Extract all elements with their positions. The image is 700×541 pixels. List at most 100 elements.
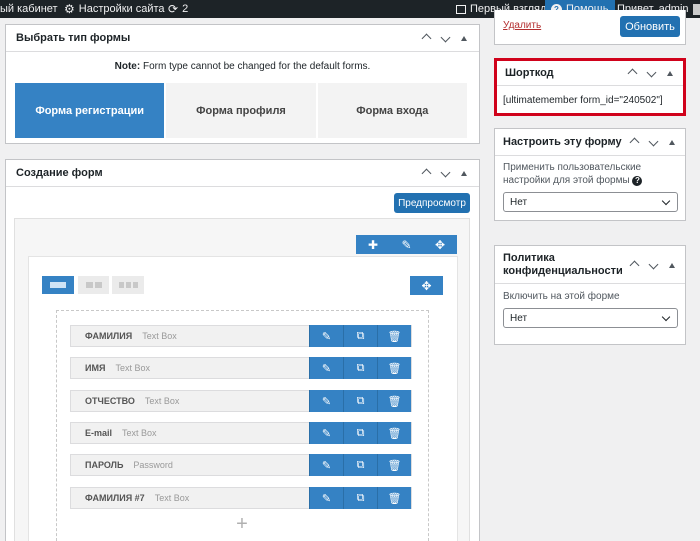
- preview-button[interactable]: Предпросмотр: [394, 193, 470, 213]
- delete-field-icon[interactable]: 🗑: [377, 487, 411, 509]
- move-down-icon[interactable]: [648, 136, 658, 148]
- move-up-icon[interactable]: [421, 166, 431, 180]
- duplicate-field-icon[interactable]: ⧉: [343, 487, 377, 509]
- duplicate-field-icon[interactable]: ⧉: [343, 422, 377, 444]
- chevron-down-icon: [661, 196, 671, 206]
- privacy-header: Политика конфиденциальности: [495, 246, 685, 284]
- delete-field-icon[interactable]: 🗑: [377, 357, 411, 379]
- collapse-icon[interactable]: [665, 67, 675, 79]
- chevron-down-icon: [661, 312, 671, 322]
- duplicate-field-icon[interactable]: ⧉: [343, 325, 377, 347]
- customize-title: Настроить эту форму: [503, 136, 622, 148]
- add-row-icon[interactable]: ✚: [356, 235, 390, 254]
- edit-field-icon[interactable]: ✎: [309, 325, 343, 347]
- note-label: Note:: [114, 61, 141, 72]
- customize-header: Настроить эту форму: [495, 129, 685, 156]
- field-row[interactable]: E-mail Text Box ✎ ⧉ 🗑: [70, 422, 412, 444]
- edit-field-icon[interactable]: ✎: [309, 487, 343, 509]
- delete-field-icon[interactable]: 🗑: [377, 325, 411, 347]
- shortcode-value[interactable]: [ultimatemember form_id="240502"]: [497, 86, 683, 106]
- delete-field-icon[interactable]: 🗑: [377, 454, 411, 476]
- collapse-icon[interactable]: [459, 32, 469, 44]
- privacy-select[interactable]: Нет: [503, 308, 678, 328]
- field-type: Text Box: [154, 493, 190, 503]
- duplicate-field-icon[interactable]: ⧉: [343, 390, 377, 412]
- duplicate-field-icon[interactable]: ⧉: [343, 357, 377, 379]
- adminbar-site-settings[interactable]: ⚙ Настройки сайта: [64, 0, 165, 18]
- shortcode-box: Шорткод [ultimatemember form_id="240502"…: [494, 58, 686, 116]
- field-row[interactable]: ФАМИЛИЯ #7 Text Box ✎ ⧉ 🗑: [70, 487, 412, 509]
- layout-2col-icon[interactable]: [78, 276, 109, 294]
- note-text: Form type cannot be changed for the defa…: [142, 61, 371, 72]
- field-row[interactable]: ОТЧЕСТВО Text Box ✎ ⧉ 🗑: [70, 390, 412, 412]
- form-type-title: Выбрать тип формы: [16, 32, 131, 44]
- duplicate-field-icon[interactable]: ⧉: [343, 454, 377, 476]
- adminbar-site-settings-label: Настройки сайта: [78, 3, 165, 15]
- field-label: ФАМИЛИЯ #7: [85, 493, 145, 503]
- add-field-icon[interactable]: +: [233, 514, 251, 534]
- avatar: [692, 3, 700, 15]
- move-up-icon[interactable]: [629, 258, 639, 272]
- adminbar-dashboard-label: ый кабинет: [0, 3, 58, 15]
- layout-3col-icon[interactable]: [112, 276, 144, 294]
- privacy-title: Политика конфиденциальности: [503, 251, 623, 277]
- delete-link[interactable]: Удалить: [503, 20, 541, 31]
- form-builder-header: Создание форм: [6, 160, 479, 187]
- move-down-icon[interactable]: [646, 67, 656, 79]
- move-row-icon[interactable]: ✥: [423, 235, 457, 254]
- collapse-icon[interactable]: [667, 259, 677, 271]
- collapse-icon[interactable]: [667, 136, 677, 148]
- adminbar-dashboard-link[interactable]: ый кабинет: [0, 0, 58, 18]
- field-label: ПАРОЛЬ: [85, 460, 124, 470]
- customize-select-value: Нет: [510, 196, 528, 208]
- help-tip-icon[interactable]: ?: [632, 176, 643, 186]
- form-type-note: Note: Form type cannot be changed for th…: [6, 61, 479, 72]
- form-type-tabs: Форма регистрации Форма профиля Форма вх…: [15, 83, 467, 138]
- field-row[interactable]: ИМЯ Text Box ✎ ⧉ 🗑: [70, 357, 412, 379]
- customize-select[interactable]: Нет: [503, 192, 678, 212]
- field-type: Text Box: [142, 331, 177, 341]
- delete-field-icon[interactable]: 🗑: [377, 390, 411, 412]
- field-row[interactable]: ФАМИЛИЯ Text Box ✎ ⧉ 🗑: [70, 325, 412, 347]
- move-down-icon[interactable]: [440, 167, 450, 179]
- form-type-box: Выбрать тип формы Note: Form type cannot…: [5, 24, 480, 144]
- privacy-box: Политика конфиденциальности Включить на …: [494, 245, 686, 345]
- move-up-icon[interactable]: [629, 135, 639, 149]
- layout-1col-icon[interactable]: [42, 276, 74, 294]
- field-row[interactable]: ПАРОЛЬ Password ✎ ⧉ 🗑: [70, 454, 412, 476]
- move-down-icon[interactable]: [440, 32, 450, 44]
- customize-label-wrap: Применить пользовательские настройки для…: [495, 156, 685, 187]
- customize-label: Применить пользовательские настройки для…: [503, 162, 642, 186]
- field-label: E-mail: [85, 428, 113, 438]
- edit-field-icon[interactable]: ✎: [309, 422, 343, 444]
- update-button[interactable]: Обновить: [620, 16, 680, 37]
- delete-field-icon[interactable]: 🗑: [377, 422, 411, 444]
- field-label: ОТЧЕСТВО: [85, 396, 135, 406]
- move-down-icon[interactable]: [648, 259, 658, 271]
- adminbar-updates[interactable]: ⟳ 2: [168, 0, 188, 18]
- form-builder-title: Создание форм: [16, 167, 103, 179]
- tab-registration[interactable]: Форма регистрации: [15, 83, 165, 138]
- edit-field-icon[interactable]: ✎: [309, 454, 343, 476]
- privacy-label: Включить на этой форме: [503, 291, 620, 302]
- publish-box: Удалить Обновить: [494, 10, 686, 45]
- privacy-select-value: Нет: [510, 312, 528, 324]
- updates-count: 2: [182, 3, 189, 15]
- field-type: Text Box: [115, 363, 150, 373]
- field-type: Password: [133, 460, 173, 470]
- field-label: ФАМИЛИЯ: [85, 331, 133, 341]
- move-subrow-icon[interactable]: ✥: [410, 276, 443, 295]
- field-label: ИМЯ: [85, 363, 106, 373]
- move-up-icon[interactable]: [421, 31, 431, 45]
- tab-profile[interactable]: Форма профиля: [166, 83, 316, 138]
- shortcode-header: Шорткод: [497, 61, 683, 86]
- edit-field-icon[interactable]: ✎: [309, 390, 343, 412]
- edit-field-icon[interactable]: ✎: [309, 357, 343, 379]
- tab-login[interactable]: Форма входа: [317, 83, 467, 138]
- move-up-icon[interactable]: [627, 66, 637, 80]
- refresh-icon: ⟳: [168, 2, 179, 16]
- customize-form-box: Настроить эту форму Применить пользовате…: [494, 128, 686, 221]
- collapse-icon[interactable]: [459, 167, 469, 179]
- form-type-header: Выбрать тип формы: [6, 25, 479, 52]
- edit-row-icon[interactable]: ✎: [390, 235, 423, 254]
